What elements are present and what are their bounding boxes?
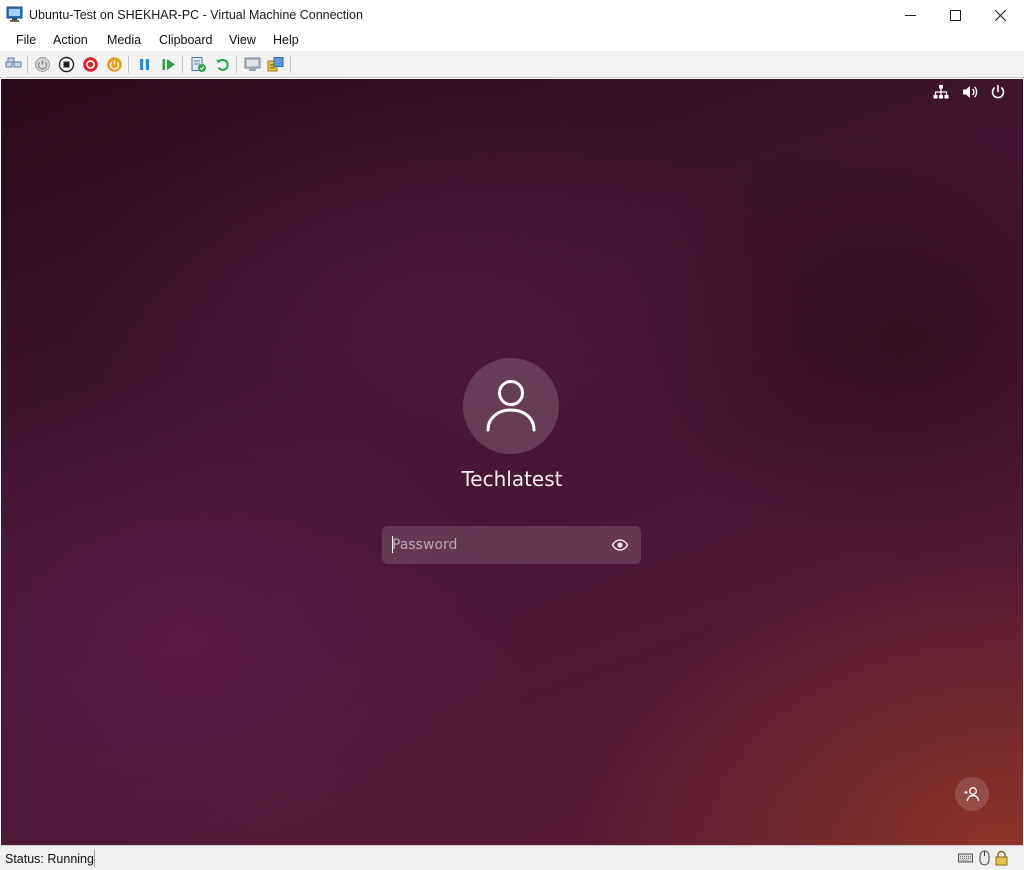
user-avatar-icon (486, 380, 536, 432)
toolbar-separator (290, 56, 291, 73)
start-icon[interactable] (34, 56, 51, 73)
eye-icon[interactable] (611, 536, 629, 554)
status-separator (94, 850, 95, 867)
save-state-icon[interactable] (106, 56, 123, 73)
ctrl-alt-del-icon[interactable] (5, 56, 22, 73)
vm-connection-icon (6, 6, 23, 23)
checkpoint-icon[interactable] (190, 56, 207, 73)
user-avatar[interactable] (463, 358, 559, 454)
menu-file[interactable]: File (16, 33, 36, 47)
maximize-button[interactable] (932, 0, 978, 30)
window-title: Ubuntu-Test on SHEKHAR-PC - Virtual Mach… (29, 8, 363, 22)
minimize-icon (904, 14, 916, 16)
pause-icon[interactable] (136, 56, 153, 73)
menu-help[interactable]: Help (273, 33, 299, 47)
menu-bar: File Action Media Clipboard View Help (0, 30, 1024, 51)
status-text: Status: Running (5, 852, 94, 866)
password-box (382, 526, 641, 564)
toolbar-separator (236, 56, 237, 73)
keyboard-icon (958, 850, 973, 866)
menu-action[interactable]: Action (53, 33, 88, 47)
maximize-icon (949, 9, 961, 21)
toolbar-separator (128, 56, 129, 73)
resume-icon[interactable] (160, 56, 177, 73)
mouse-icon (977, 850, 992, 866)
volume-icon[interactable] (961, 83, 979, 101)
revert-icon[interactable] (214, 56, 231, 73)
toolbar-separator (182, 56, 183, 73)
enhanced-session-icon[interactable] (244, 56, 261, 73)
menu-view[interactable]: View (229, 33, 256, 47)
switch-user-icon (964, 787, 980, 802)
toolbar (0, 51, 1024, 78)
menu-media[interactable]: Media (107, 33, 141, 47)
close-button[interactable] (977, 0, 1023, 30)
switch-user-button[interactable] (955, 777, 989, 811)
text-caret (392, 536, 393, 553)
menu-clipboard[interactable]: Clipboard (159, 33, 213, 47)
network-icon[interactable] (932, 83, 950, 101)
user-name: Techlatest (461, 467, 563, 491)
shut-down-icon[interactable] (82, 56, 99, 73)
minimize-button[interactable] (887, 0, 933, 30)
share-icon[interactable] (267, 56, 284, 73)
lock-icon (994, 850, 1009, 866)
status-bar: Status: Running (0, 845, 1024, 870)
password-input[interactable] (382, 526, 607, 564)
close-icon (994, 9, 1006, 21)
title-bar: Ubuntu-Test on SHEKHAR-PC - Virtual Mach… (0, 0, 1024, 30)
toolbar-separator (27, 56, 28, 73)
power-icon[interactable] (989, 83, 1007, 101)
vm-screen[interactable]: Techlatest (1, 79, 1023, 845)
turn-off-icon[interactable] (58, 56, 75, 73)
